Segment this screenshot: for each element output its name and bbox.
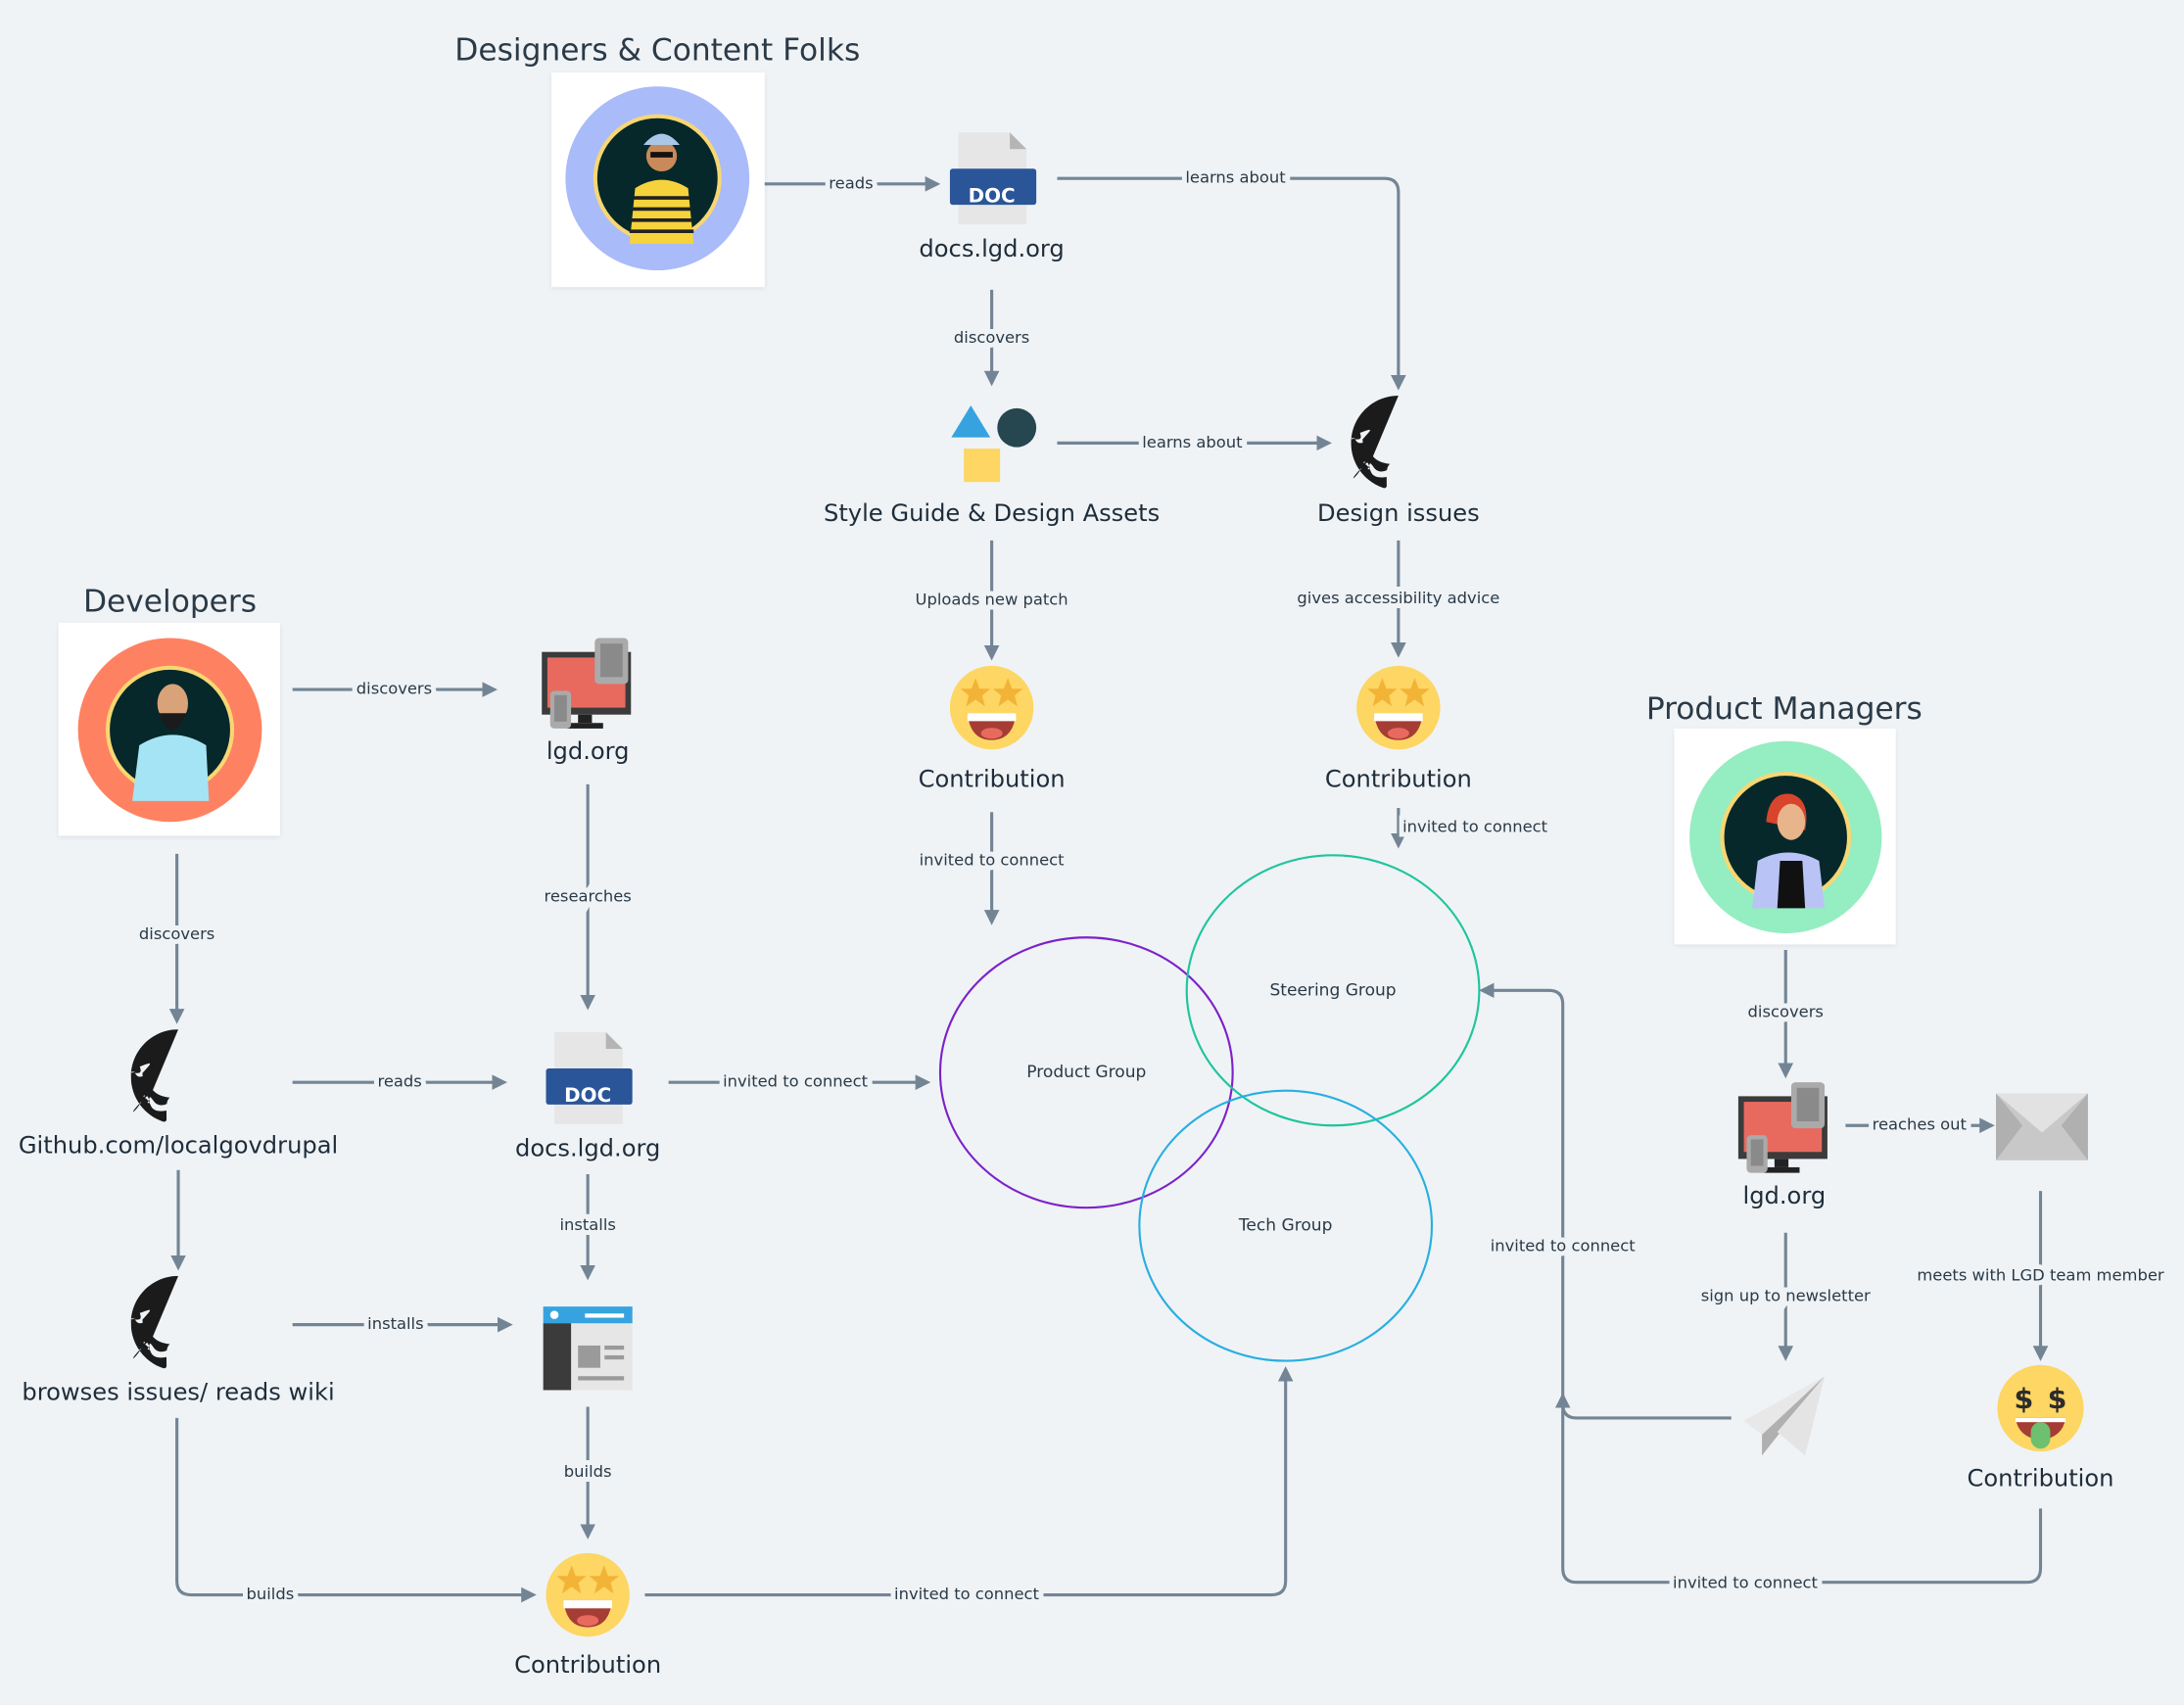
edge-dev-contrib-invited <box>644 1366 1294 1597</box>
edge-label: gives accessibility advice <box>1297 589 1499 607</box>
edge-learns-about <box>1057 176 1406 391</box>
edge-newsletter-invited <box>1479 982 1732 1420</box>
edge-label: reads <box>829 173 873 192</box>
edge-label: invited to connect <box>723 1072 868 1091</box>
money-mouth-emoji-icon: $ $ <box>1997 1364 2084 1452</box>
edge-label: invited to connect <box>894 1585 1039 1603</box>
node-label: Github.com/localgovdrupal <box>19 1132 338 1160</box>
node-label: Design issues <box>1317 499 1480 527</box>
edge-label: installs <box>367 1314 423 1333</box>
product-group-label: Product Group <box>1026 1063 1146 1082</box>
persona-title-product-managers: Product Managers <box>1646 691 1923 727</box>
edge-label: sign up to newsletter <box>1701 1287 1871 1305</box>
node-label: Contribution <box>514 1651 661 1679</box>
edge-label: reaches out <box>1873 1115 1968 1134</box>
design-shapes-icon <box>951 404 1037 483</box>
edge-label: discovers <box>139 924 214 943</box>
svg-text:$: $ <box>2048 1383 2067 1415</box>
document-icon <box>546 1031 633 1124</box>
product-manager-avatar <box>1674 728 1896 945</box>
persona-title-designers: Designers & Content Folks <box>454 32 860 68</box>
node-label: lgd.org <box>546 737 630 765</box>
github-icon <box>130 1275 179 1369</box>
github-icon <box>130 1029 179 1122</box>
edge-label: discovers <box>1748 1003 1824 1021</box>
svg-text:$: $ <box>2015 1383 2034 1415</box>
user-journey-diagram: Designers & Content Folks Developers Pro… <box>19 32 2169 1679</box>
document-icon <box>949 132 1037 225</box>
star-struck-emoji-icon <box>1356 665 1441 750</box>
node-label: docs.lgd.org <box>919 235 1064 262</box>
node-label: Contribution <box>1325 766 1472 793</box>
star-struck-emoji-icon <box>546 1552 630 1637</box>
edge-label: learns about <box>1142 433 1243 451</box>
github-icon <box>1351 396 1399 489</box>
edge-label: learns about <box>1185 168 1286 187</box>
edge-label: discovers <box>954 328 1029 347</box>
edge-label: discovers <box>356 680 432 698</box>
edge-label: invited to connect <box>1673 1574 1818 1592</box>
designer-avatar <box>551 72 765 288</box>
edge-label: installs <box>559 1215 615 1234</box>
devices-icon <box>542 638 632 729</box>
node-label: lgd.org <box>1742 1182 1826 1209</box>
browser-window-icon <box>543 1306 633 1391</box>
edge-label: reads <box>378 1072 422 1091</box>
envelope-icon <box>1996 1093 2088 1160</box>
edge-label: invited to connect <box>1491 1236 1636 1255</box>
doc-badge: DOC <box>564 1084 611 1107</box>
tech-group-label: Tech Group <box>1238 1216 1333 1236</box>
steering-group-label: Steering Group <box>1269 980 1396 1000</box>
developer-avatar <box>58 622 280 836</box>
node-label: browses issues/ reads wiki <box>22 1378 334 1405</box>
edge-label: Uploads new patch <box>916 591 1068 609</box>
node-label: docs.lgd.org <box>515 1135 660 1162</box>
edge-issues-builds <box>175 1417 537 1603</box>
persona-title-developers: Developers <box>83 584 257 619</box>
group-venn: Product Group Steering Group Tech Group <box>938 854 1481 1362</box>
paper-plane-icon <box>1743 1376 1826 1456</box>
node-label: Contribution <box>1968 1465 2114 1492</box>
star-struck-emoji-icon <box>949 665 1034 750</box>
node-label: Contribution <box>919 766 1066 793</box>
edge-label: researches <box>545 887 632 906</box>
node-label: Style Guide & Design Assets <box>824 499 1160 527</box>
edge-label: invited to connect <box>1402 817 1547 835</box>
edge-label: invited to connect <box>920 851 1065 870</box>
edge-label: builds <box>247 1585 295 1603</box>
edge-label: meets with LGD team member <box>1917 1265 2163 1284</box>
devices-icon <box>1737 1082 1828 1173</box>
doc-badge: DOC <box>969 184 1016 207</box>
edge-label: builds <box>564 1462 612 1481</box>
